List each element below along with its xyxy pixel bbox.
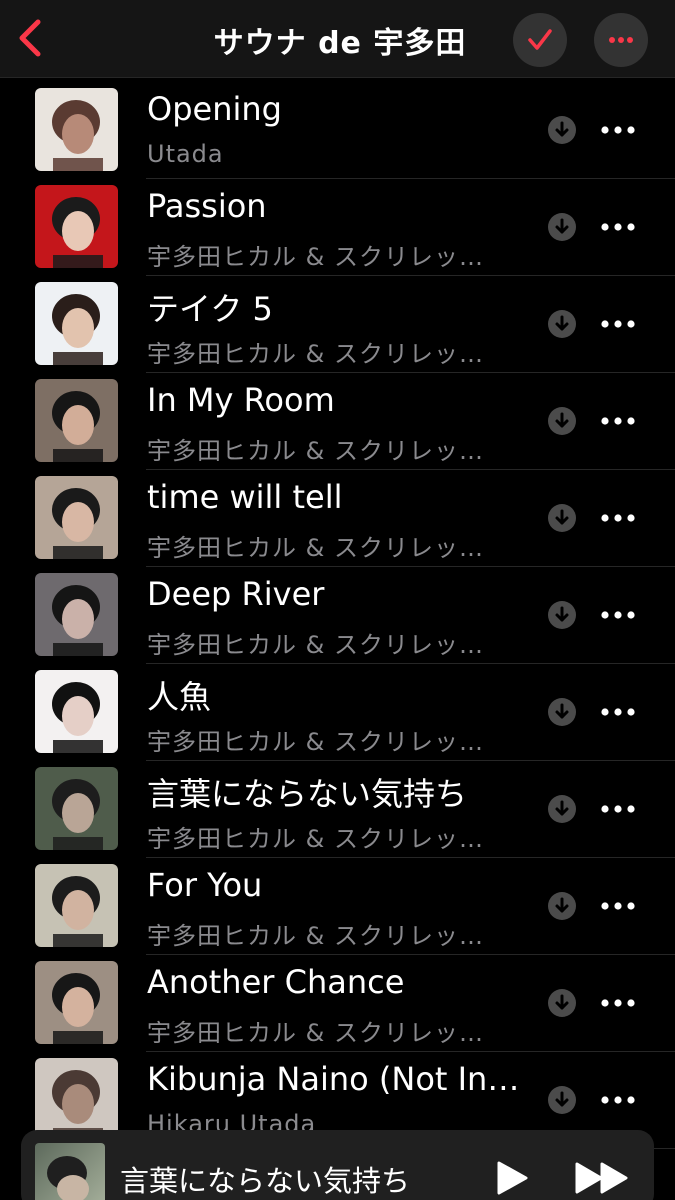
done-button[interactable] xyxy=(513,13,567,67)
track-row[interactable]: 人魚宇多田ヒカル & スクリレッ… xyxy=(0,664,675,761)
track-title: Deep River xyxy=(147,575,325,613)
album-artwork xyxy=(35,670,118,753)
track-artist: Utada xyxy=(147,140,224,168)
checkmark-icon xyxy=(528,29,552,50)
now-playing-title: 言葉にならない気持ち xyxy=(120,1164,411,1198)
track-row[interactable]: Deep River 宇多田ヒカル & スクリレッ… xyxy=(0,567,675,664)
ellipsis-icon[interactable] xyxy=(599,605,637,625)
album-artwork xyxy=(35,1058,118,1141)
track-title: time will tell xyxy=(147,478,343,516)
album-artwork xyxy=(35,88,118,171)
ellipsis-icon[interactable] xyxy=(599,508,637,528)
ellipsis-icon[interactable] xyxy=(599,1090,637,1110)
track-artist: 宇多田ヒカル & スクリレッ… xyxy=(147,825,484,853)
track-artist: 宇多田ヒカル & スクリレッ… xyxy=(147,437,484,465)
track-title: In My Room xyxy=(147,381,335,419)
mini-player[interactable]: 言葉にならない気持ち xyxy=(21,1130,654,1200)
page-title: サウナ de 宇多田 xyxy=(213,26,467,61)
download-icon[interactable] xyxy=(547,600,577,630)
track-row[interactable]: In My Room 宇多田ヒカル & スクリレッ… xyxy=(0,373,675,470)
ellipsis-icon[interactable] xyxy=(599,799,637,819)
track-row[interactable]: 言葉にならない気持ち宇多田ヒカル & スクリレッ… xyxy=(0,761,675,858)
ellipsis-icon[interactable] xyxy=(599,896,637,916)
download-icon[interactable] xyxy=(547,115,577,145)
ellipsis-icon[interactable] xyxy=(599,120,637,140)
track-artist: 宇多田ヒカル & スクリレッ… xyxy=(147,534,484,562)
track-title: 人魚 xyxy=(147,678,212,716)
download-icon[interactable] xyxy=(547,891,577,921)
track-row[interactable]: テイク 5 宇多田ヒカル & スクリレッ… xyxy=(0,276,675,373)
download-icon[interactable] xyxy=(547,697,577,727)
track-artist: 宇多田ヒカル & スクリレッ… xyxy=(147,728,484,756)
download-icon[interactable] xyxy=(547,503,577,533)
fast-forward-icon[interactable] xyxy=(574,1161,630,1195)
download-icon[interactable] xyxy=(547,212,577,242)
track-row[interactable]: Passion 宇多田ヒカル & スクリレッ… xyxy=(0,179,675,276)
album-artwork xyxy=(35,282,118,365)
ellipsis-icon xyxy=(609,37,633,43)
album-artwork xyxy=(35,961,118,1044)
download-icon[interactable] xyxy=(547,406,577,436)
track-artist: 宇多田ヒカル & スクリレッ… xyxy=(147,922,484,950)
album-artwork xyxy=(35,185,118,268)
track-title: テイク 5 xyxy=(147,290,273,328)
ellipsis-icon[interactable] xyxy=(599,702,637,722)
mini-player-artwork xyxy=(35,1143,105,1200)
album-artwork xyxy=(35,573,118,656)
download-icon[interactable] xyxy=(547,988,577,1018)
track-title: Passion xyxy=(147,187,267,225)
track-artist: 宇多田ヒカル & スクリレッ… xyxy=(147,1019,484,1047)
track-title: 言葉にならない気持ち xyxy=(147,775,468,813)
app-root: サウナ de 宇多田 Opening Utada Passion 宇多田ヒカル & ス… xyxy=(0,0,675,1200)
track-artist: 宇多田ヒカル & スクリレッ… xyxy=(147,243,484,271)
ellipsis-icon[interactable] xyxy=(599,411,637,431)
track-artist: 宇多田ヒカル & スクリレッ… xyxy=(147,631,484,659)
album-artwork xyxy=(35,379,118,462)
ellipsis-icon[interactable] xyxy=(599,217,637,237)
track-title: For You xyxy=(147,866,263,904)
download-icon[interactable] xyxy=(547,794,577,824)
download-icon[interactable] xyxy=(547,309,577,339)
track-title: Another Chance xyxy=(147,963,405,1001)
download-icon[interactable] xyxy=(547,1085,577,1115)
track-list: Opening Utada Passion 宇多田ヒカル & スクリレッ… テイク 5 宇… xyxy=(0,82,675,1149)
album-artwork xyxy=(35,864,118,947)
track-row[interactable]: time will tell 宇多田ヒカル & スクリレッ… xyxy=(0,470,675,567)
more-options-button[interactable] xyxy=(594,13,648,67)
track-title: Kibunja Naino (Not In… xyxy=(147,1060,520,1098)
ellipsis-icon[interactable] xyxy=(599,314,637,334)
track-artist: 宇多田ヒカル & スクリレッ… xyxy=(147,340,484,368)
track-row[interactable]: Another Chance 宇多田ヒカル & スクリレッ… xyxy=(0,955,675,1052)
navigation-header: サウナ de 宇多田 xyxy=(0,0,675,78)
album-artwork xyxy=(35,476,118,559)
track-title: Opening xyxy=(147,90,282,128)
track-row[interactable]: For You 宇多田ヒカル & スクリレッ… xyxy=(0,858,675,955)
chevron-left-icon xyxy=(19,19,41,57)
back-button[interactable] xyxy=(10,14,50,62)
album-artwork xyxy=(35,767,118,850)
ellipsis-icon[interactable] xyxy=(599,993,637,1013)
track-row[interactable]: Opening Utada xyxy=(0,82,675,179)
play-icon[interactable] xyxy=(495,1160,529,1196)
